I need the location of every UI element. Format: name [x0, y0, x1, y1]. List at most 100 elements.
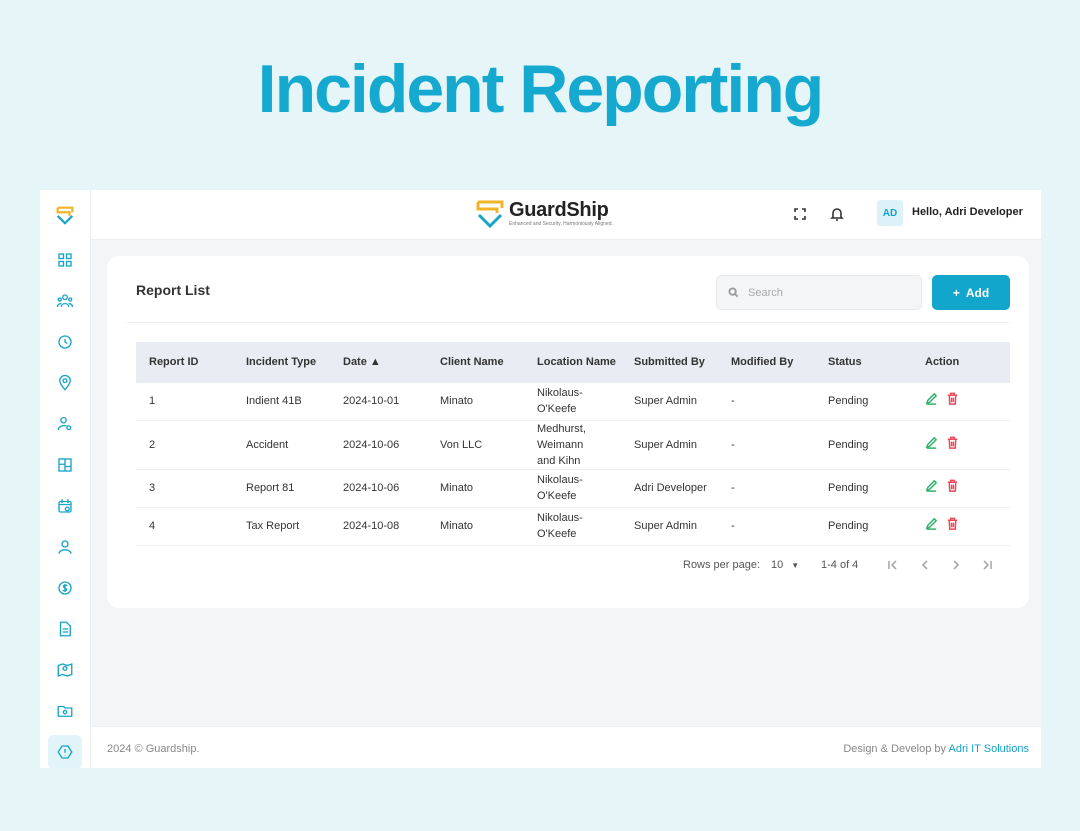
- cell-client-name: Von LLC: [427, 420, 524, 470]
- page-title: Report List: [136, 282, 210, 298]
- cell-actions: [912, 507, 1010, 546]
- search-input[interactable]: [748, 286, 908, 299]
- col-modified-by[interactable]: Modified By: [718, 342, 815, 383]
- location-pin-icon[interactable]: [48, 366, 82, 400]
- copyright-text: 2024 © Guardship.: [107, 743, 200, 755]
- col-status[interactable]: Status: [815, 342, 912, 383]
- rows-per-page-value: 10: [771, 559, 784, 571]
- cell-client-name: Minato: [427, 469, 524, 508]
- last-page-icon[interactable]: [981, 559, 993, 574]
- cell-client-name: Minato: [427, 383, 524, 421]
- footer: 2024 © Guardship. Design & Develop by Ad…: [91, 726, 1041, 768]
- cell-report-id: 2: [136, 420, 233, 470]
- cell-date: 2024-10-08: [330, 507, 427, 546]
- table-row[interactable]: 4 Tax Report 2024-10-08 Minato Nikolaus-…: [136, 507, 1010, 546]
- cell-client-name: Minato: [427, 507, 524, 546]
- map-user-icon[interactable]: [48, 653, 82, 687]
- col-submitted-by[interactable]: Submitted By: [621, 342, 718, 383]
- cell-report-id: 4: [136, 507, 233, 546]
- cell-modified-by: -: [718, 469, 815, 508]
- cell-location-name: Nikolaus-O'Keefe: [524, 507, 621, 546]
- caret-down-icon: ▼: [791, 560, 800, 570]
- delete-icon[interactable]: [946, 517, 959, 535]
- table-row[interactable]: 2 Accident 2024-10-06 Von LLC Medhurst, …: [136, 420, 1010, 470]
- cell-report-id: 1: [136, 383, 233, 421]
- cell-location-name: Nikolaus-O'Keefe: [524, 469, 621, 508]
- rows-per-page-label: Rows per page:: [683, 559, 761, 571]
- col-incident-type[interactable]: Incident Type: [233, 342, 330, 383]
- prev-page-icon[interactable]: [919, 559, 931, 574]
- brand-tagline: Enhanced and Security, Harmoniously Alig…: [509, 220, 613, 227]
- guardship-logo-icon: [476, 200, 504, 229]
- cell-status: Pending: [815, 383, 912, 421]
- table-row[interactable]: 3 Report 81 2024-10-06 Minato Nikolaus-O…: [136, 469, 1010, 508]
- cell-status: Pending: [815, 469, 912, 508]
- folder-settings-icon[interactable]: [48, 694, 82, 728]
- layout-icon[interactable]: [48, 448, 82, 482]
- clock-icon[interactable]: [48, 325, 82, 359]
- fullscreen-icon[interactable]: [790, 204, 810, 224]
- app-window: GuardShip Enhanced and Security, Harmoni…: [40, 190, 1041, 768]
- cell-actions: [912, 420, 1010, 470]
- incident-icon[interactable]: [48, 735, 82, 768]
- search-box[interactable]: [716, 275, 922, 310]
- cell-submitted-by: Adri Developer: [621, 469, 718, 508]
- edit-icon[interactable]: [925, 479, 938, 497]
- cell-report-id: 3: [136, 469, 233, 508]
- credit-link[interactable]: Adri IT Solutions: [948, 743, 1029, 755]
- bell-icon[interactable]: [827, 204, 847, 224]
- shield-logo-icon[interactable]: [48, 198, 82, 232]
- document-icon[interactable]: [48, 612, 82, 646]
- cell-incident-type: Report 81: [233, 469, 330, 508]
- cell-incident-type: Tax Report: [233, 507, 330, 546]
- top-bar: GuardShip Enhanced and Security, Harmoni…: [91, 190, 1041, 240]
- credit-text: Design & Develop by Adri IT Solutions: [843, 743, 1029, 755]
- col-location-name[interactable]: Location Name: [524, 342, 621, 383]
- brand-name: GuardShip: [509, 198, 609, 221]
- cell-modified-by: -: [718, 383, 815, 421]
- user-greeting[interactable]: Hello, Adri Developer: [912, 206, 1023, 218]
- cell-date: 2024-10-06: [330, 420, 427, 470]
- calendar-icon[interactable]: [48, 489, 82, 523]
- users-group-icon[interactable]: [48, 284, 82, 318]
- cell-incident-type: Indient 41B: [233, 383, 330, 421]
- cell-status: Pending: [815, 507, 912, 546]
- cell-location-name: Medhurst, Weimann and Kihn: [524, 420, 621, 470]
- search-icon: [728, 287, 739, 298]
- user-settings-icon[interactable]: [48, 407, 82, 441]
- cell-actions: [912, 469, 1010, 508]
- edit-icon[interactable]: [925, 517, 938, 535]
- col-client-name[interactable]: Client Name: [427, 342, 524, 383]
- sidebar: [40, 190, 91, 768]
- report-table: Report ID Incident Type Date ▲ Client Na…: [136, 342, 1010, 546]
- credit-prefix: Design & Develop by: [843, 743, 949, 755]
- plus-icon: +: [952, 285, 960, 300]
- delete-icon[interactable]: [946, 436, 959, 454]
- cell-incident-type: Accident: [233, 420, 330, 470]
- dollar-icon[interactable]: [48, 571, 82, 605]
- add-button-label: Add: [965, 285, 990, 300]
- col-action: Action: [925, 356, 960, 368]
- divider: [127, 322, 1009, 323]
- brand-logo[interactable]: GuardShip Enhanced and Security, Harmoni…: [475, 196, 613, 230]
- cell-modified-by: -: [718, 420, 815, 470]
- next-page-icon[interactable]: [950, 559, 962, 574]
- avatar[interactable]: AD: [877, 200, 903, 226]
- dashboard-icon[interactable]: [48, 243, 82, 277]
- cell-submitted-by: Super Admin: [621, 420, 718, 470]
- cell-location-name: Nikolaus-O'Keefe: [524, 383, 621, 421]
- cell-submitted-by: Super Admin: [621, 383, 718, 421]
- rows-per-page-select[interactable]: 10 ▼: [771, 559, 799, 571]
- first-page-icon[interactable]: [887, 559, 899, 574]
- edit-icon[interactable]: [925, 436, 938, 454]
- hero-title: Incident Reporting: [257, 51, 825, 127]
- table-row[interactable]: 1 Indient 41B 2024-10-01 Minato Nikolaus…: [136, 383, 1010, 421]
- add-button[interactable]: + Add: [932, 275, 1010, 310]
- pagination-range: 1-4 of 4: [821, 559, 859, 571]
- col-date[interactable]: Date ▲: [330, 342, 427, 383]
- delete-icon[interactable]: [946, 479, 959, 497]
- edit-icon[interactable]: [925, 392, 938, 410]
- delete-icon[interactable]: [946, 392, 959, 410]
- user-icon[interactable]: [48, 530, 82, 564]
- col-report-id[interactable]: Report ID: [136, 342, 233, 383]
